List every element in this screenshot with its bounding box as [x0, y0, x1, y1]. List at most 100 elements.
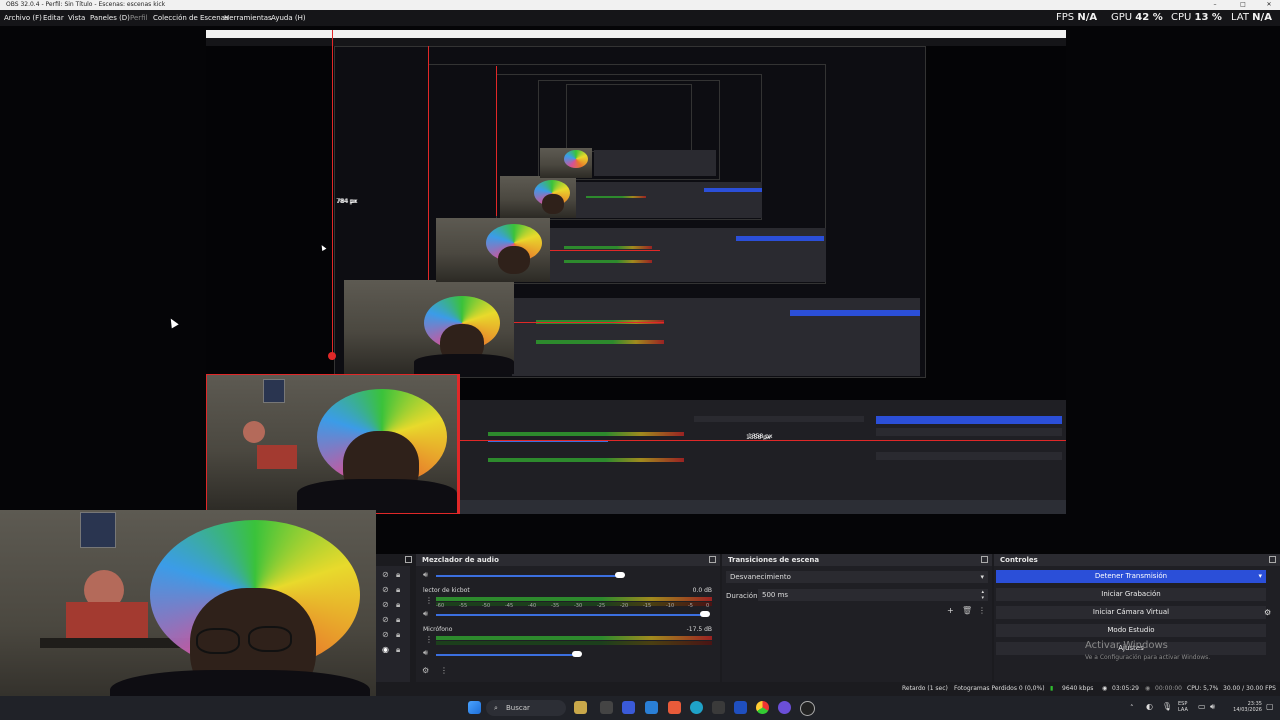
captured-stop-button	[876, 416, 1062, 424]
meter-tick-label: -20	[620, 603, 629, 609]
display-icon[interactable]: ▭	[1198, 703, 1206, 711]
chevron-up-icon[interactable]: ˄	[1130, 705, 1134, 712]
menu-coleccion-escenas[interactable]: Colección de Escenas	[153, 10, 229, 26]
nested-webcam-1	[344, 280, 514, 374]
app-icon[interactable]	[734, 701, 747, 714]
volume-slider[interactable]	[436, 654, 576, 656]
lock-icon[interactable]: 🔒︎	[396, 585, 400, 595]
microphone-icon[interactable]: 🎙︎	[1162, 703, 1172, 711]
kebab-menu-icon[interactable]: ⋮	[425, 596, 433, 606]
hidden-eye-icon[interactable]: ⊘	[382, 600, 389, 610]
minimize-icon[interactable]: –	[1206, 0, 1224, 10]
mail-icon[interactable]	[645, 701, 658, 714]
webcam-source-in-capture[interactable]	[206, 374, 458, 514]
nested-webcam-4	[540, 148, 592, 178]
volume-icon[interactable]: 🔊︎	[1210, 703, 1215, 711]
dock-popout-icon[interactable]	[709, 556, 716, 563]
volume-slider-knob[interactable]	[615, 572, 625, 578]
meter-tick-label: -60	[436, 603, 445, 609]
kebab-menu-icon[interactable]: ⋮	[440, 666, 448, 676]
studio-mode-button[interactable]: Modo Estudio	[996, 624, 1266, 637]
fps-status: 30.00 / 30.00 FPS	[1223, 685, 1276, 692]
cpu-status: CPU: 5,7%	[1187, 685, 1219, 692]
kebab-menu-icon[interactable]: ⋮	[978, 606, 986, 616]
eye-icon[interactable]: ◉	[382, 645, 389, 655]
resize-handle[interactable]	[328, 352, 336, 360]
app-icon[interactable]	[712, 701, 725, 714]
kebab-menu-icon[interactable]: ⋮	[425, 635, 433, 645]
speaker-icon[interactable]: 🔊︎	[423, 648, 428, 658]
trash-icon[interactable]: 🗑︎	[962, 606, 972, 616]
menu-herramientas[interactable]: Herramientas	[224, 10, 272, 26]
settings-gear-icon[interactable]: ⚙	[422, 666, 429, 676]
volume-slider-knob[interactable]	[572, 651, 582, 657]
menu-paneles[interactable]: Paneles (D)	[90, 10, 130, 26]
meter-tick-label: -15	[643, 603, 652, 609]
windows-start-icon[interactable]	[468, 701, 481, 714]
taskbar-search[interactable]: ⌕ Buscar	[486, 700, 566, 716]
lock-icon[interactable]: 🔒︎	[396, 570, 400, 580]
app-icon[interactable]	[622, 701, 635, 714]
sources-list: ⊘ 🔒︎ ⊘ 🔒︎ ⊘ 🔒︎ ⊘ 🔒︎ ⊘ 🔒︎ ◉ 🔒︎	[376, 566, 410, 696]
lock-icon[interactable]: 🔒︎	[396, 630, 400, 640]
lock-icon[interactable]: 🔒︎	[396, 645, 400, 655]
clock[interactable]: 23:35 14/03/2026	[1226, 701, 1262, 713]
window-titlebar: OBS 32.0.4 - Perfil: Sin Título - Escena…	[0, 0, 1280, 10]
maximize-icon[interactable]: □	[1234, 0, 1252, 10]
mixer-track-name: Micrófono	[423, 626, 453, 633]
hidden-eye-icon[interactable]: ⊘	[382, 585, 389, 595]
menu-ayuda[interactable]: Ayuda (H)	[271, 10, 306, 26]
obs-icon[interactable]	[800, 701, 815, 716]
nested-stop-button-3	[704, 188, 762, 192]
dock-popout-icon[interactable]	[405, 556, 412, 563]
meter-tick-label: -50	[482, 603, 491, 609]
hidden-eye-icon[interactable]: ⊘	[382, 630, 389, 640]
transition-select[interactable]: Desvanecimiento ▾	[726, 571, 988, 583]
nested-stop-button-2	[736, 236, 824, 241]
tray-app-icon[interactable]: ◐	[1146, 703, 1153, 711]
notification-icon[interactable]: ▢	[1266, 703, 1274, 711]
mixer-track-db: -17.5 dB	[686, 626, 712, 633]
dock-popout-icon[interactable]	[981, 556, 988, 563]
duration-input[interactable]: 500 ms ▴ ▾	[758, 589, 988, 601]
keyboard-language[interactable]: ESP LAA	[1178, 701, 1188, 713]
stop-streaming-button[interactable]: Detener Transmisión ▾	[996, 570, 1266, 583]
studio-mode-label: Modo Estudio	[1107, 626, 1155, 634]
edge-browser-icon[interactable]	[690, 701, 703, 714]
menu-perfil[interactable]: Perfil	[130, 10, 148, 26]
volume-slider-knob[interactable]	[700, 611, 710, 617]
app-icon[interactable]	[778, 701, 791, 714]
file-explorer-icon[interactable]	[574, 701, 587, 714]
menu-vista[interactable]: Vista	[68, 10, 85, 26]
dock-popout-icon[interactable]	[1269, 556, 1276, 563]
start-virtual-camera-button[interactable]: Iniciar Cámara Virtual	[996, 606, 1266, 619]
record-icon: ◉	[1145, 685, 1151, 692]
speaker-icon[interactable]: 🔊︎	[423, 609, 428, 619]
task-view-icon[interactable]	[600, 701, 613, 714]
captured-record-button	[876, 428, 1062, 436]
hidden-eye-icon[interactable]: ⊘	[382, 570, 389, 580]
guide-line-vertical	[458, 374, 460, 514]
spin-arrows-icon[interactable]: ▴ ▾	[981, 589, 984, 601]
nested-meter	[564, 246, 652, 249]
nested-meter	[564, 260, 652, 263]
meter-tick-label: -30	[574, 603, 583, 609]
language-bottom: LAA	[1178, 707, 1188, 713]
speaker-icon[interactable]: 🔊︎	[423, 570, 428, 580]
menu-archivo[interactable]: Archivo (F)	[4, 10, 42, 26]
audio-level-meter	[436, 597, 712, 601]
lock-icon[interactable]: 🔒︎	[396, 600, 400, 610]
stat-fps: FPS N/A	[1056, 10, 1097, 26]
chrome-icon[interactable]	[756, 701, 769, 714]
hidden-eye-icon[interactable]: ⊘	[382, 615, 389, 625]
stat-gpu-label: GPU	[1111, 12, 1133, 23]
volume-slider[interactable]	[436, 575, 622, 577]
gear-icon[interactable]: ⚙	[1264, 608, 1271, 618]
menu-editar[interactable]: Editar	[43, 10, 64, 26]
start-recording-button[interactable]: Iniciar Grabación	[996, 588, 1266, 601]
lock-icon[interactable]: 🔒︎	[396, 615, 400, 625]
close-icon[interactable]: ✕	[1260, 0, 1278, 10]
add-icon[interactable]: +	[947, 606, 954, 616]
app-icon[interactable]	[668, 701, 681, 714]
volume-slider[interactable]	[436, 614, 706, 616]
